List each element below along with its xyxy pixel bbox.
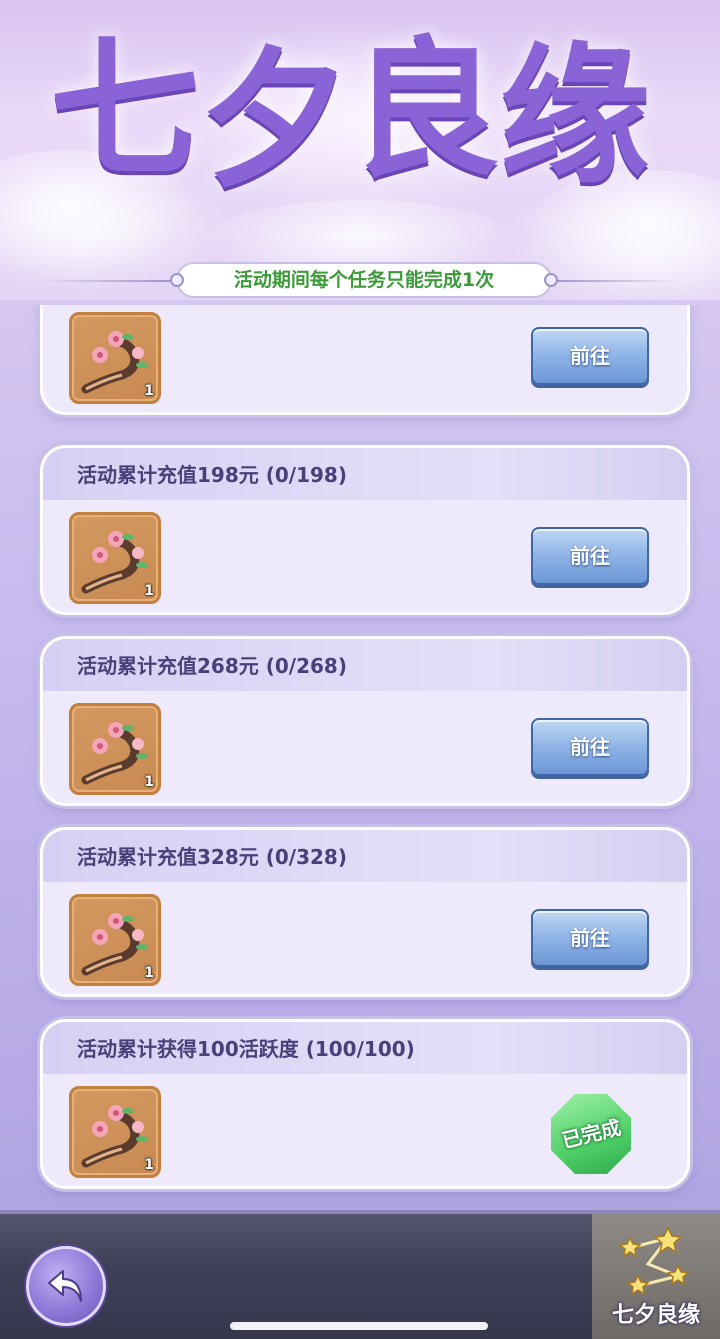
task-card: 活动累计获得100活跃度 (100/100) 1 已完成 xyxy=(40,1019,690,1189)
divider xyxy=(40,280,180,282)
event-title-char: 七 xyxy=(50,22,201,198)
go-button[interactable]: 前往 xyxy=(531,909,649,967)
reward-item[interactable]: 1 xyxy=(69,512,161,604)
task-card: 活动累计充值328元 (0/328) 1 前往 xyxy=(40,827,690,997)
notice-pill: 活动期间每个任务只能完成1次 xyxy=(170,262,558,298)
event-tab-label: 七夕良缘 xyxy=(611,1302,700,1328)
go-button[interactable]: 前往 xyxy=(531,718,649,776)
pill-knob xyxy=(544,273,558,287)
event-title-char: 良 xyxy=(350,22,501,198)
star-constellation-icon xyxy=(618,1226,690,1296)
event-title-char: 夕 xyxy=(200,32,351,208)
task-title: 活动累计充值268元 (0/268) xyxy=(43,639,687,691)
notice-banner: 活动期间每个任务只能完成1次 xyxy=(40,262,680,300)
reward-item[interactable]: 1 xyxy=(69,312,161,404)
event-tab[interactable]: 七夕良缘 xyxy=(592,1214,720,1339)
reward-quantity: 1 xyxy=(144,583,154,599)
reward-quantity: 1 xyxy=(144,383,154,399)
go-button[interactable]: 前往 xyxy=(531,527,649,585)
task-title: 活动累计获得100活跃度 (100/100) xyxy=(43,1022,687,1074)
event-title-char: 缘 xyxy=(500,28,651,204)
task-list[interactable]: 1 前往 活动累计充值198元 (0/198) 1 前往 活动累计充值268元 … xyxy=(0,305,720,1210)
reward-quantity: 1 xyxy=(144,1157,154,1173)
pill-knob xyxy=(170,273,184,287)
notice-text: 活动期间每个任务只能完成1次 xyxy=(233,269,495,291)
bottom-bar: 七夕良缘 xyxy=(0,1210,720,1339)
task-card: 1 前往 xyxy=(40,305,690,415)
task-card: 活动累计充值268元 (0/268) 1 前往 xyxy=(40,636,690,806)
reward-quantity: 1 xyxy=(144,774,154,790)
task-title: 活动累计充值328元 (0/328) xyxy=(43,830,687,882)
go-button[interactable]: 前往 xyxy=(531,327,649,385)
home-indicator[interactable] xyxy=(230,1322,488,1330)
back-button[interactable] xyxy=(26,1246,106,1326)
reward-item[interactable]: 1 xyxy=(69,894,161,986)
task-title: 活动累计充值198元 (0/198) xyxy=(43,448,687,500)
task-card: 活动累计充值198元 (0/198) 1 前往 xyxy=(40,445,690,615)
reward-quantity: 1 xyxy=(144,965,154,981)
back-arrow-icon xyxy=(48,1270,82,1302)
completed-stamp: 已完成 xyxy=(551,1094,631,1174)
divider xyxy=(540,280,680,282)
event-title: 七 夕 良 缘 xyxy=(40,10,680,210)
reward-item[interactable]: 1 xyxy=(69,703,161,795)
event-header: 七 夕 良 缘 xyxy=(0,0,720,300)
reward-item[interactable]: 1 xyxy=(69,1086,161,1178)
